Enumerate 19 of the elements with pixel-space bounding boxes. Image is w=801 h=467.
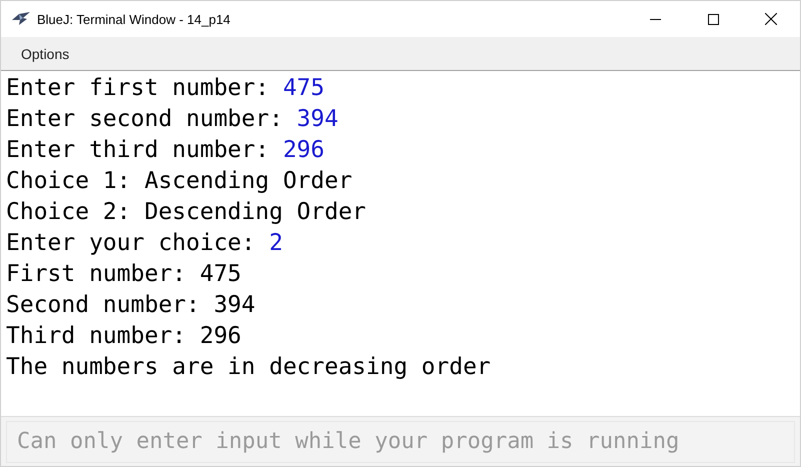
output-text: Choice 1: Ascending Order [6,167,352,196]
output-text: Third number: 296 [6,322,242,351]
output-text: Choice 2: Descending Order [6,198,366,227]
output-text: Enter second number: [6,105,284,134]
output-text: The numbers are in decreasing order [6,353,491,382]
entered-text: 296 [282,136,324,165]
menu-item[interactable]: Options [13,46,78,62]
close-icon [765,13,777,25]
app-icon [11,11,31,27]
maximize-icon [708,14,718,24]
entered-text: 475 [282,74,324,103]
window-title: BlueJ: Terminal Window - 14_p14 [37,12,232,26]
entered-text: 2 [269,229,283,258]
output-text: Second number: 394 [6,291,256,320]
output-text: Enter your choice: [6,229,256,258]
output-text: Enter third number: [6,136,270,165]
output-text: Enter first number: [6,74,270,103]
entered-text: 394 [296,105,338,134]
output-text: First number: 475 [6,260,242,289]
